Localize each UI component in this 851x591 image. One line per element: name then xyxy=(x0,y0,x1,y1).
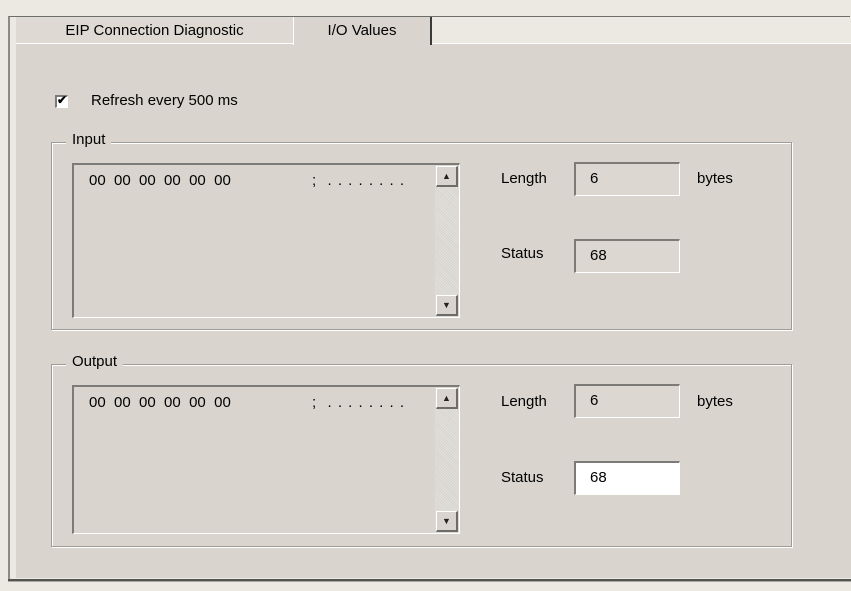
input-group-title: Input xyxy=(66,131,112,148)
input-values-list[interactable]: 00 00 00 00 00 00 ; . . . . . . . . ▲ ▼ xyxy=(72,163,460,318)
input-scrollbar[interactable]: ▲ ▼ xyxy=(435,165,459,317)
input-status-label: Status xyxy=(501,245,544,262)
bottom-border-highlight xyxy=(8,581,851,582)
output-status-label: Status xyxy=(501,469,544,486)
output-length-label: Length xyxy=(501,393,547,410)
output-length-field: 6 xyxy=(574,384,680,418)
refresh-option[interactable]: ✔ Refresh every 500 ms xyxy=(55,90,238,110)
refresh-label: Refresh every 500 ms xyxy=(91,91,238,109)
input-length-unit: bytes xyxy=(697,170,733,187)
output-status-field[interactable]: 68 xyxy=(574,461,680,495)
scroll-down-icon[interactable]: ▼ xyxy=(436,511,458,532)
output-data-row: 00 00 00 00 00 00 xyxy=(89,394,231,411)
scroll-down-icon[interactable]: ▼ xyxy=(436,295,458,316)
scroll-up-icon[interactable]: ▲ xyxy=(436,166,458,187)
refresh-checkbox[interactable]: ✔ xyxy=(55,93,68,108)
tab-eip-connection-diagnostic[interactable]: EIP Connection Diagnostic xyxy=(16,17,293,44)
checkmark-icon: ✔ xyxy=(57,93,68,107)
scroll-up-icon[interactable]: ▲ xyxy=(436,388,458,409)
input-ascii-row: ; . . . . . . . . xyxy=(312,172,406,189)
input-length-label: Length xyxy=(501,170,547,187)
tabbar-divider xyxy=(432,43,851,44)
output-values-list[interactable]: 00 00 00 00 00 00 ; . . . . . . . . ▲ ▼ xyxy=(72,385,460,534)
input-status-field: 68 xyxy=(574,239,680,273)
input-length-field: 6 xyxy=(574,162,680,196)
output-ascii-row: ; . . . . . . . . xyxy=(312,394,406,411)
input-data-row: 00 00 00 00 00 00 xyxy=(89,172,231,189)
tab-io-values[interactable]: I/O Values xyxy=(293,17,432,45)
output-group-title: Output xyxy=(66,353,124,370)
output-scrollbar[interactable]: ▲ ▼ xyxy=(435,387,459,533)
output-length-unit: bytes xyxy=(697,393,733,410)
